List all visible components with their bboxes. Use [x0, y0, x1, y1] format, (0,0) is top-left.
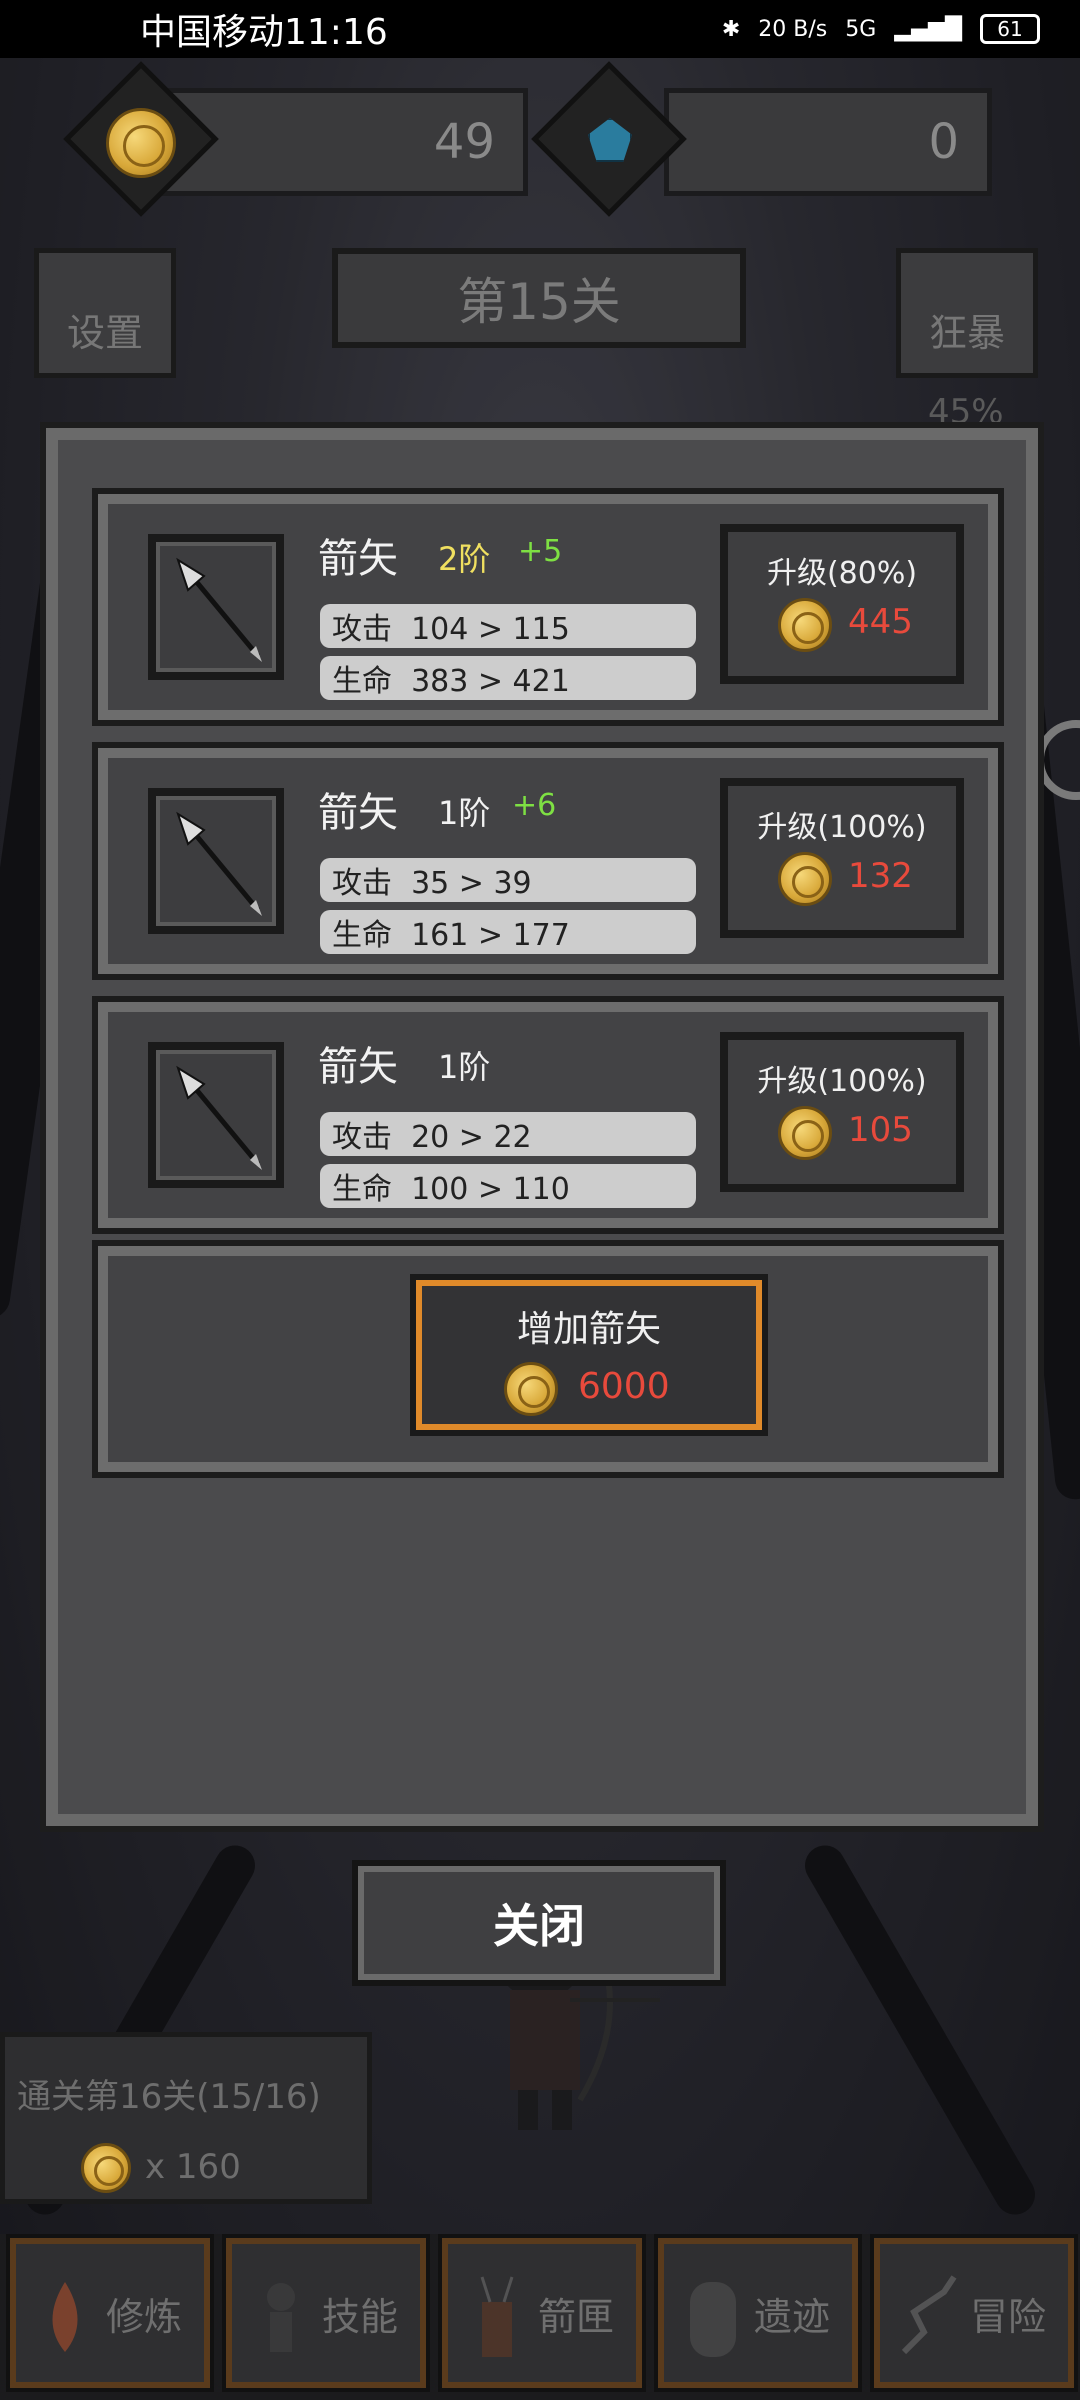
battery-icon: 61: [980, 14, 1040, 44]
upgrade-label: 升级(100%): [757, 810, 927, 845]
arrow-icon: [176, 811, 262, 916]
nav-relics[interactable]: 遗迹: [654, 2234, 862, 2392]
upgrade-price: 105: [848, 1110, 913, 1150]
coin-icon: [778, 1106, 832, 1160]
weapon-card: 箭矢 2阶 +5 攻击 104 > 115 生命 383 > 421 升级(80…: [92, 488, 1004, 726]
attack-stat: 攻击 35 > 39: [320, 858, 696, 902]
hp-stat: 生命 161 > 177: [320, 910, 696, 954]
relic-icon: [690, 2282, 736, 2357]
upgrade-button[interactable]: 升级(80%) 445: [720, 524, 964, 684]
coin-icon: [106, 108, 176, 178]
coin-icon: [778, 598, 832, 652]
arrow-icon: [176, 557, 262, 662]
bottom-nav: 修炼 技能 箭匣 遗迹 冒险: [0, 2234, 1080, 2400]
weapon-name: 箭矢: [318, 536, 398, 582]
add-arrow-button[interactable]: 增加箭矢 6000: [410, 1274, 768, 1436]
signal-icon: ▂▄▆█: [894, 16, 962, 42]
campfire-icon: [52, 2282, 78, 2352]
nav-adventure[interactable]: 冒险: [870, 2234, 1078, 2392]
close-button[interactable]: 关闭: [352, 1860, 726, 1986]
weapon-tier: 1阶: [438, 794, 491, 832]
nav-quiver[interactable]: 箭匣: [438, 2234, 646, 2392]
hp-stat: 生命 100 > 110: [320, 1164, 696, 1208]
quest-reward: x 160: [145, 2147, 241, 2187]
coin-icon: [504, 1362, 558, 1416]
path-icon: [901, 2275, 957, 2355]
level-title: 第15关: [332, 248, 746, 348]
bluetooth-icon: ✱: [721, 16, 741, 42]
rage-button[interactable]: 狂暴: [896, 248, 1038, 378]
coin-icon: [778, 852, 832, 906]
archer-icon: [267, 2283, 295, 2352]
weapon-tier: 2阶: [438, 540, 491, 578]
hp-stat: 生命 383 > 421: [320, 656, 696, 700]
weapon-tier: 1阶: [438, 1048, 491, 1086]
add-arrow-label: 增加箭矢: [516, 1309, 661, 1350]
net-speed: 20 B/s: [758, 16, 828, 42]
upgrade-price: 132: [848, 856, 913, 896]
weapon-card: 箭矢 1阶 +6 攻击 35 > 39 生命 161 > 177 升级(100%…: [92, 742, 1004, 980]
quest-title: 通关第16关(15/16): [17, 2077, 321, 2117]
weapon-upgrade-panel: 箭矢 2阶 +5 攻击 104 > 115 生命 383 > 421 升级(80…: [40, 422, 1044, 1832]
attack-stat: 攻击 104 > 115: [320, 604, 696, 648]
quest-box[interactable]: 通关第16关(15/16) x 160: [0, 2032, 372, 2204]
upgrade-button[interactable]: 升级(100%) 105: [720, 1032, 964, 1192]
weapon-bonus: +6: [512, 788, 557, 823]
nav-label: 箭匣: [537, 2294, 614, 2339]
weapon-icon-frame: [148, 788, 284, 934]
add-arrow-price: 6000: [578, 1366, 670, 1407]
upgrade-label: 升级(100%): [757, 1064, 927, 1099]
upgrade-price: 445: [848, 602, 913, 642]
network-type: 5G: [845, 16, 877, 42]
add-arrow-card: 增加箭矢 6000: [92, 1240, 1004, 1478]
coin-icon: [81, 2143, 131, 2193]
arrow-icon: [176, 1065, 262, 1170]
nav-label: 冒险: [969, 2294, 1046, 2339]
quiver-icon: [480, 2276, 514, 2357]
weapon-card: 箭矢 1阶 攻击 20 > 22 生命 100 > 110 升级(100%) 1…: [92, 996, 1004, 1234]
weapon-name: 箭矢: [318, 1044, 398, 1090]
nav-skills[interactable]: 技能: [222, 2234, 430, 2392]
status-bar: 中国移动11:16 ✱ 20 B/s 5G ▂▄▆█ 61: [0, 0, 1080, 58]
weapon-name: 箭矢: [318, 790, 398, 836]
nav-label: 遗迹: [753, 2294, 830, 2339]
gem-balance: 0: [664, 88, 992, 196]
settings-button[interactable]: 设置: [34, 248, 176, 378]
nav-training[interactable]: 修炼: [6, 2234, 214, 2392]
rage-percent: 45%: [928, 392, 1004, 432]
weapon-bonus: +5: [518, 534, 563, 569]
attack-stat: 攻击 20 > 22: [320, 1112, 696, 1156]
upgrade-button[interactable]: 升级(100%) 132: [720, 778, 964, 938]
upgrade-label: 升级(80%): [766, 556, 918, 591]
weapon-icon-frame: [148, 1042, 284, 1188]
nav-label: 技能: [321, 2294, 398, 2339]
nav-label: 修炼: [105, 2294, 182, 2339]
weapon-icon-frame: [148, 534, 284, 680]
carrier-time: 中国移动11:16: [140, 12, 388, 53]
